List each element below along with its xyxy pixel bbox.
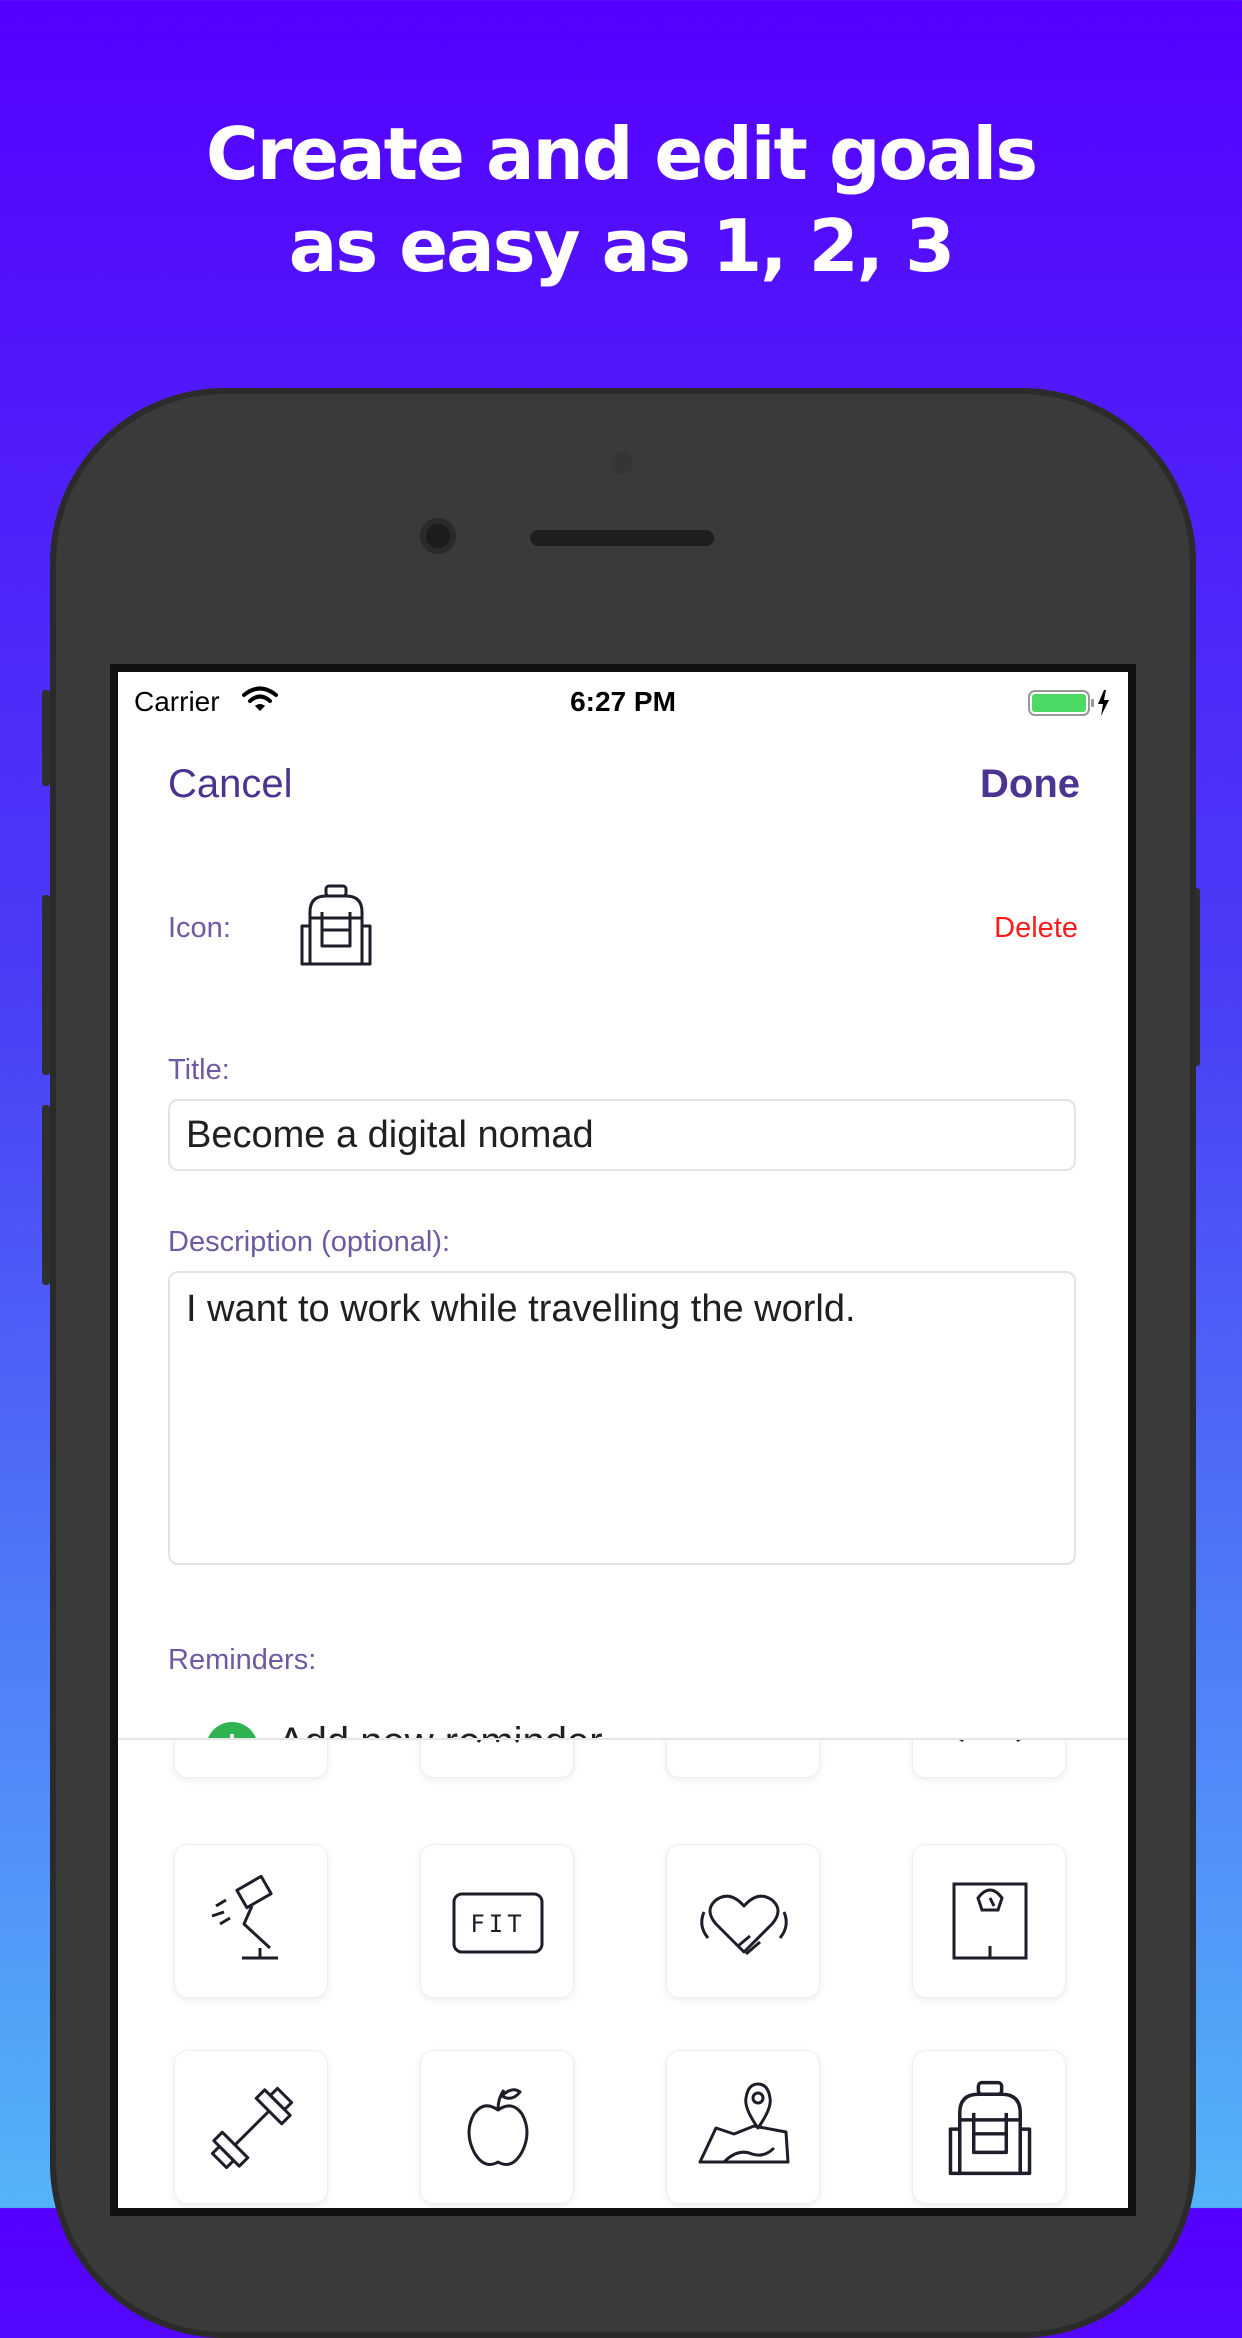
description-input[interactable]: I want to work while travelling the worl… (168, 1271, 1076, 1565)
headline-line-2: as easy as 1, 2, 3 (288, 204, 955, 288)
icon-tile[interactable] (912, 1844, 1066, 1998)
icon-tile[interactable] (174, 1738, 328, 1778)
apple-icon (467, 2088, 529, 2166)
status-time: 6:27 PM (570, 686, 676, 717)
dumbbell-icon (210, 2086, 294, 2170)
icon-tile-selected[interactable] (912, 2050, 1066, 2204)
icon-tile[interactable]: FIT (420, 1844, 574, 1998)
phone-screen: Carrier 6:27 PM Cancel Done Icon: Delete… (118, 672, 1128, 2208)
icon-tile[interactable] (420, 2050, 574, 2204)
title-label: Title: (168, 1054, 230, 1086)
proximity-sensor (611, 452, 633, 474)
volume-down-button (42, 1105, 50, 1285)
backpack-icon (948, 2080, 1032, 2176)
heart-icon (700, 1894, 788, 1956)
icon-tile[interactable] (174, 1844, 328, 1998)
reminders-label: Reminders: (168, 1644, 317, 1676)
cancel-button[interactable]: Cancel (168, 762, 293, 807)
map-pin-icon (698, 2082, 790, 2164)
mute-switch (42, 690, 50, 786)
shirt-icon (958, 1740, 1022, 1742)
status-bar: Carrier 6:27 PM (118, 672, 1128, 734)
lamp-icon (476, 1740, 520, 1743)
headline: Create and edit goals as easy as 1, 2, 3 (0, 108, 1242, 292)
scale-icon (202, 1738, 302, 1752)
done-button[interactable]: Done (980, 762, 1080, 807)
fit-icon: FIT (452, 1892, 544, 1954)
circle-icon (694, 1738, 794, 1752)
earpiece-speaker (530, 530, 714, 546)
delete-button[interactable]: Delete (994, 912, 1078, 945)
icon-tile[interactable] (912, 1740, 1066, 1778)
fit-text: FIT (470, 1910, 525, 1938)
navigation-bar: Cancel Done (118, 754, 1128, 834)
backpack-icon[interactable] (296, 882, 376, 968)
icon-tile[interactable] (666, 1844, 820, 1998)
icon-picker: FIT (118, 1738, 1128, 2208)
icon-tile[interactable] (666, 2050, 820, 2204)
title-input[interactable]: Become a digital nomad (168, 1099, 1076, 1171)
desk-lamp-icon (211, 1874, 278, 1960)
icon-label: Icon: (168, 912, 231, 944)
headline-line-1: Create and edit goals (205, 112, 1038, 196)
description-label: Description (optional): (168, 1226, 451, 1258)
icon-tile[interactable] (420, 1740, 574, 1778)
icon-tile[interactable] (666, 1738, 820, 1778)
battery-icon (1028, 690, 1109, 716)
weighing-scale-icon (952, 1882, 1028, 1960)
volume-up-button (42, 895, 50, 1075)
front-camera (420, 518, 456, 554)
icon-tile[interactable] (174, 2050, 328, 2204)
